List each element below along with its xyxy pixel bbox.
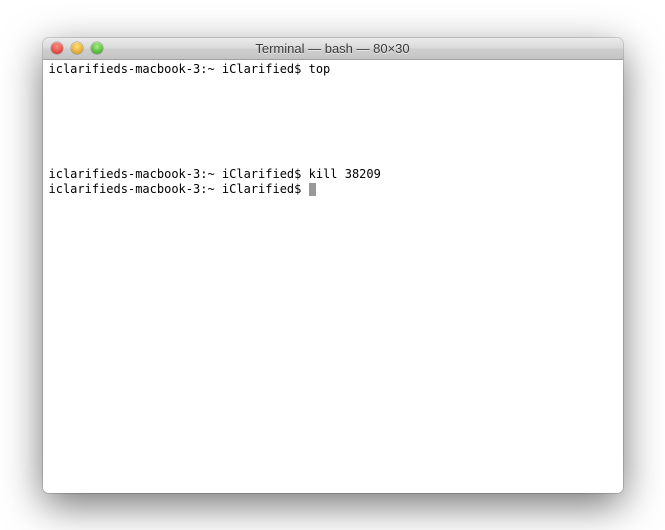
command-text: kill 38209 (309, 167, 381, 181)
traffic-lights (43, 42, 103, 54)
prompt: iclarifieds-macbook-3:~ iClarified$ (49, 167, 309, 181)
command-text: top (309, 62, 331, 76)
titlebar[interactable]: Terminal — bash — 80×30 (43, 38, 623, 60)
terminal-window: Terminal — bash — 80×30 iclarifieds-macb… (43, 38, 623, 493)
terminal-line: iclarifieds-macbook-3:~ iClarified$ kill… (49, 167, 617, 182)
close-icon[interactable] (51, 42, 63, 54)
terminal-line (49, 152, 617, 167)
terminal-line: iclarifieds-macbook-3:~ iClarified$ top (49, 62, 617, 77)
cursor-icon (309, 183, 316, 196)
terminal-line (49, 107, 617, 122)
terminal-line (49, 92, 617, 107)
prompt: iclarifieds-macbook-3:~ iClarified$ (49, 182, 309, 196)
minimize-icon[interactable] (71, 42, 83, 54)
terminal-line: iclarifieds-macbook-3:~ iClarified$ (49, 182, 617, 197)
terminal-content[interactable]: iclarifieds-macbook-3:~ iClarified$ topi… (43, 60, 623, 493)
zoom-icon[interactable] (91, 42, 103, 54)
terminal-line (49, 122, 617, 137)
prompt: iclarifieds-macbook-3:~ iClarified$ (49, 62, 309, 76)
window-title: Terminal — bash — 80×30 (43, 41, 623, 56)
terminal-line (49, 77, 617, 92)
terminal-line (49, 137, 617, 152)
